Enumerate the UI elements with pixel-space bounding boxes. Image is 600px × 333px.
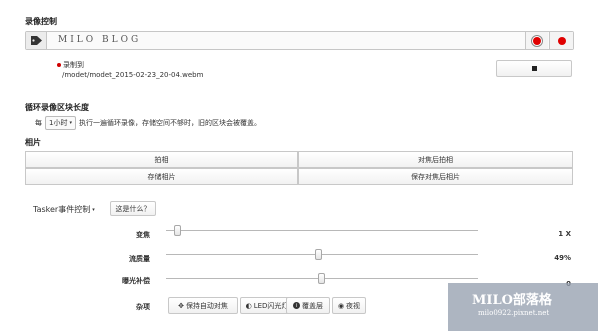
exposure-thumb[interactable] [318,273,325,284]
keep-autofocus-label: 保持自动对焦 [185,301,228,310]
move-icon: ✥ [178,301,184,310]
exposure-label: 曝光补偿 [122,277,150,285]
record-title-bar: MILO BLOG [25,31,574,50]
record-button[interactable] [549,32,573,49]
what-is-this-button[interactable]: 这是什么？ [110,201,156,216]
night-vision-label: 夜视 [346,301,361,310]
misc-label: 杂项 [136,303,150,311]
overlay-button[interactable]: i 覆盖层 [286,297,330,314]
eye-icon: ◉ [337,301,345,310]
overlay-label: 覆盖层 [302,301,323,310]
quality-label: 流质量 [129,255,150,263]
photo-heading: 相片 [25,138,41,147]
quality-track[interactable] [166,254,478,255]
watermark: MILO部落格 milo0922.pixnet.net [448,283,598,331]
zoom-track[interactable] [166,230,478,231]
recording-dot-icon [57,63,61,67]
loop-heading: 循环录像区块长度 [25,103,89,112]
record-status-text: 录制到 [63,61,84,69]
loop-prefix: 每 [35,119,42,127]
keep-autofocus-button[interactable]: ✥ 保持自动对焦 [168,297,238,314]
select-arrow-icon: ▾ [69,120,72,126]
zoom-label: 变焦 [136,231,150,239]
tasker-dropdown-label: Tasker事件控制 [33,205,91,214]
record-path: /modet/modet_2015-02-23_20-04.webm [62,71,204,79]
blog-title-field[interactable]: MILO BLOG [58,35,141,45]
watermark-url: milo0922.pixnet.net [478,309,550,317]
save-photo-button[interactable]: 存储相片 [25,168,298,185]
stop-button[interactable] [496,60,572,77]
stop-icon [531,66,537,71]
loop-duration-select[interactable]: 1小时 ▾ [45,116,76,130]
half-circle-icon: ◐ [245,301,252,310]
record-status: 录制到 [57,60,84,70]
chevron-down-icon: ▾ [92,206,95,213]
record-dot-icon [533,36,541,45]
focus-take-photo-button[interactable]: 对焦后拍相 [298,151,573,168]
quality-value: 49% [554,254,571,262]
night-vision-button[interactable]: ◉ 夜视 [332,297,366,314]
record-heading: 录像控制 [25,17,57,26]
take-photo-button[interactable]: 拍相 [25,151,298,168]
loop-description: 执行一遍循环录像，存储空间不够时，旧的区块会被覆盖。 [78,119,261,127]
zoom-value: 1 X [558,230,571,238]
record-toggle-button[interactable] [525,32,548,49]
record-icon [557,36,566,45]
led-flash-label: LED闪光灯 [253,301,289,310]
loop-duration-value: 1小时 [49,119,68,127]
tag-icon[interactable] [26,32,47,49]
info-icon: i [293,302,300,309]
quality-thumb[interactable] [314,249,322,260]
zoom-thumb[interactable] [174,225,182,236]
tasker-dropdown[interactable]: Tasker事件控制 ▾ [33,204,95,215]
save-focused-photo-button[interactable]: 保存对焦后相片 [298,168,573,185]
watermark-title: MILO部落格 [472,293,552,308]
loop-row: 每 1小时 ▾ 执行一遍循环录像，存储空间不够时，旧的区块会被覆盖。 [35,116,261,130]
